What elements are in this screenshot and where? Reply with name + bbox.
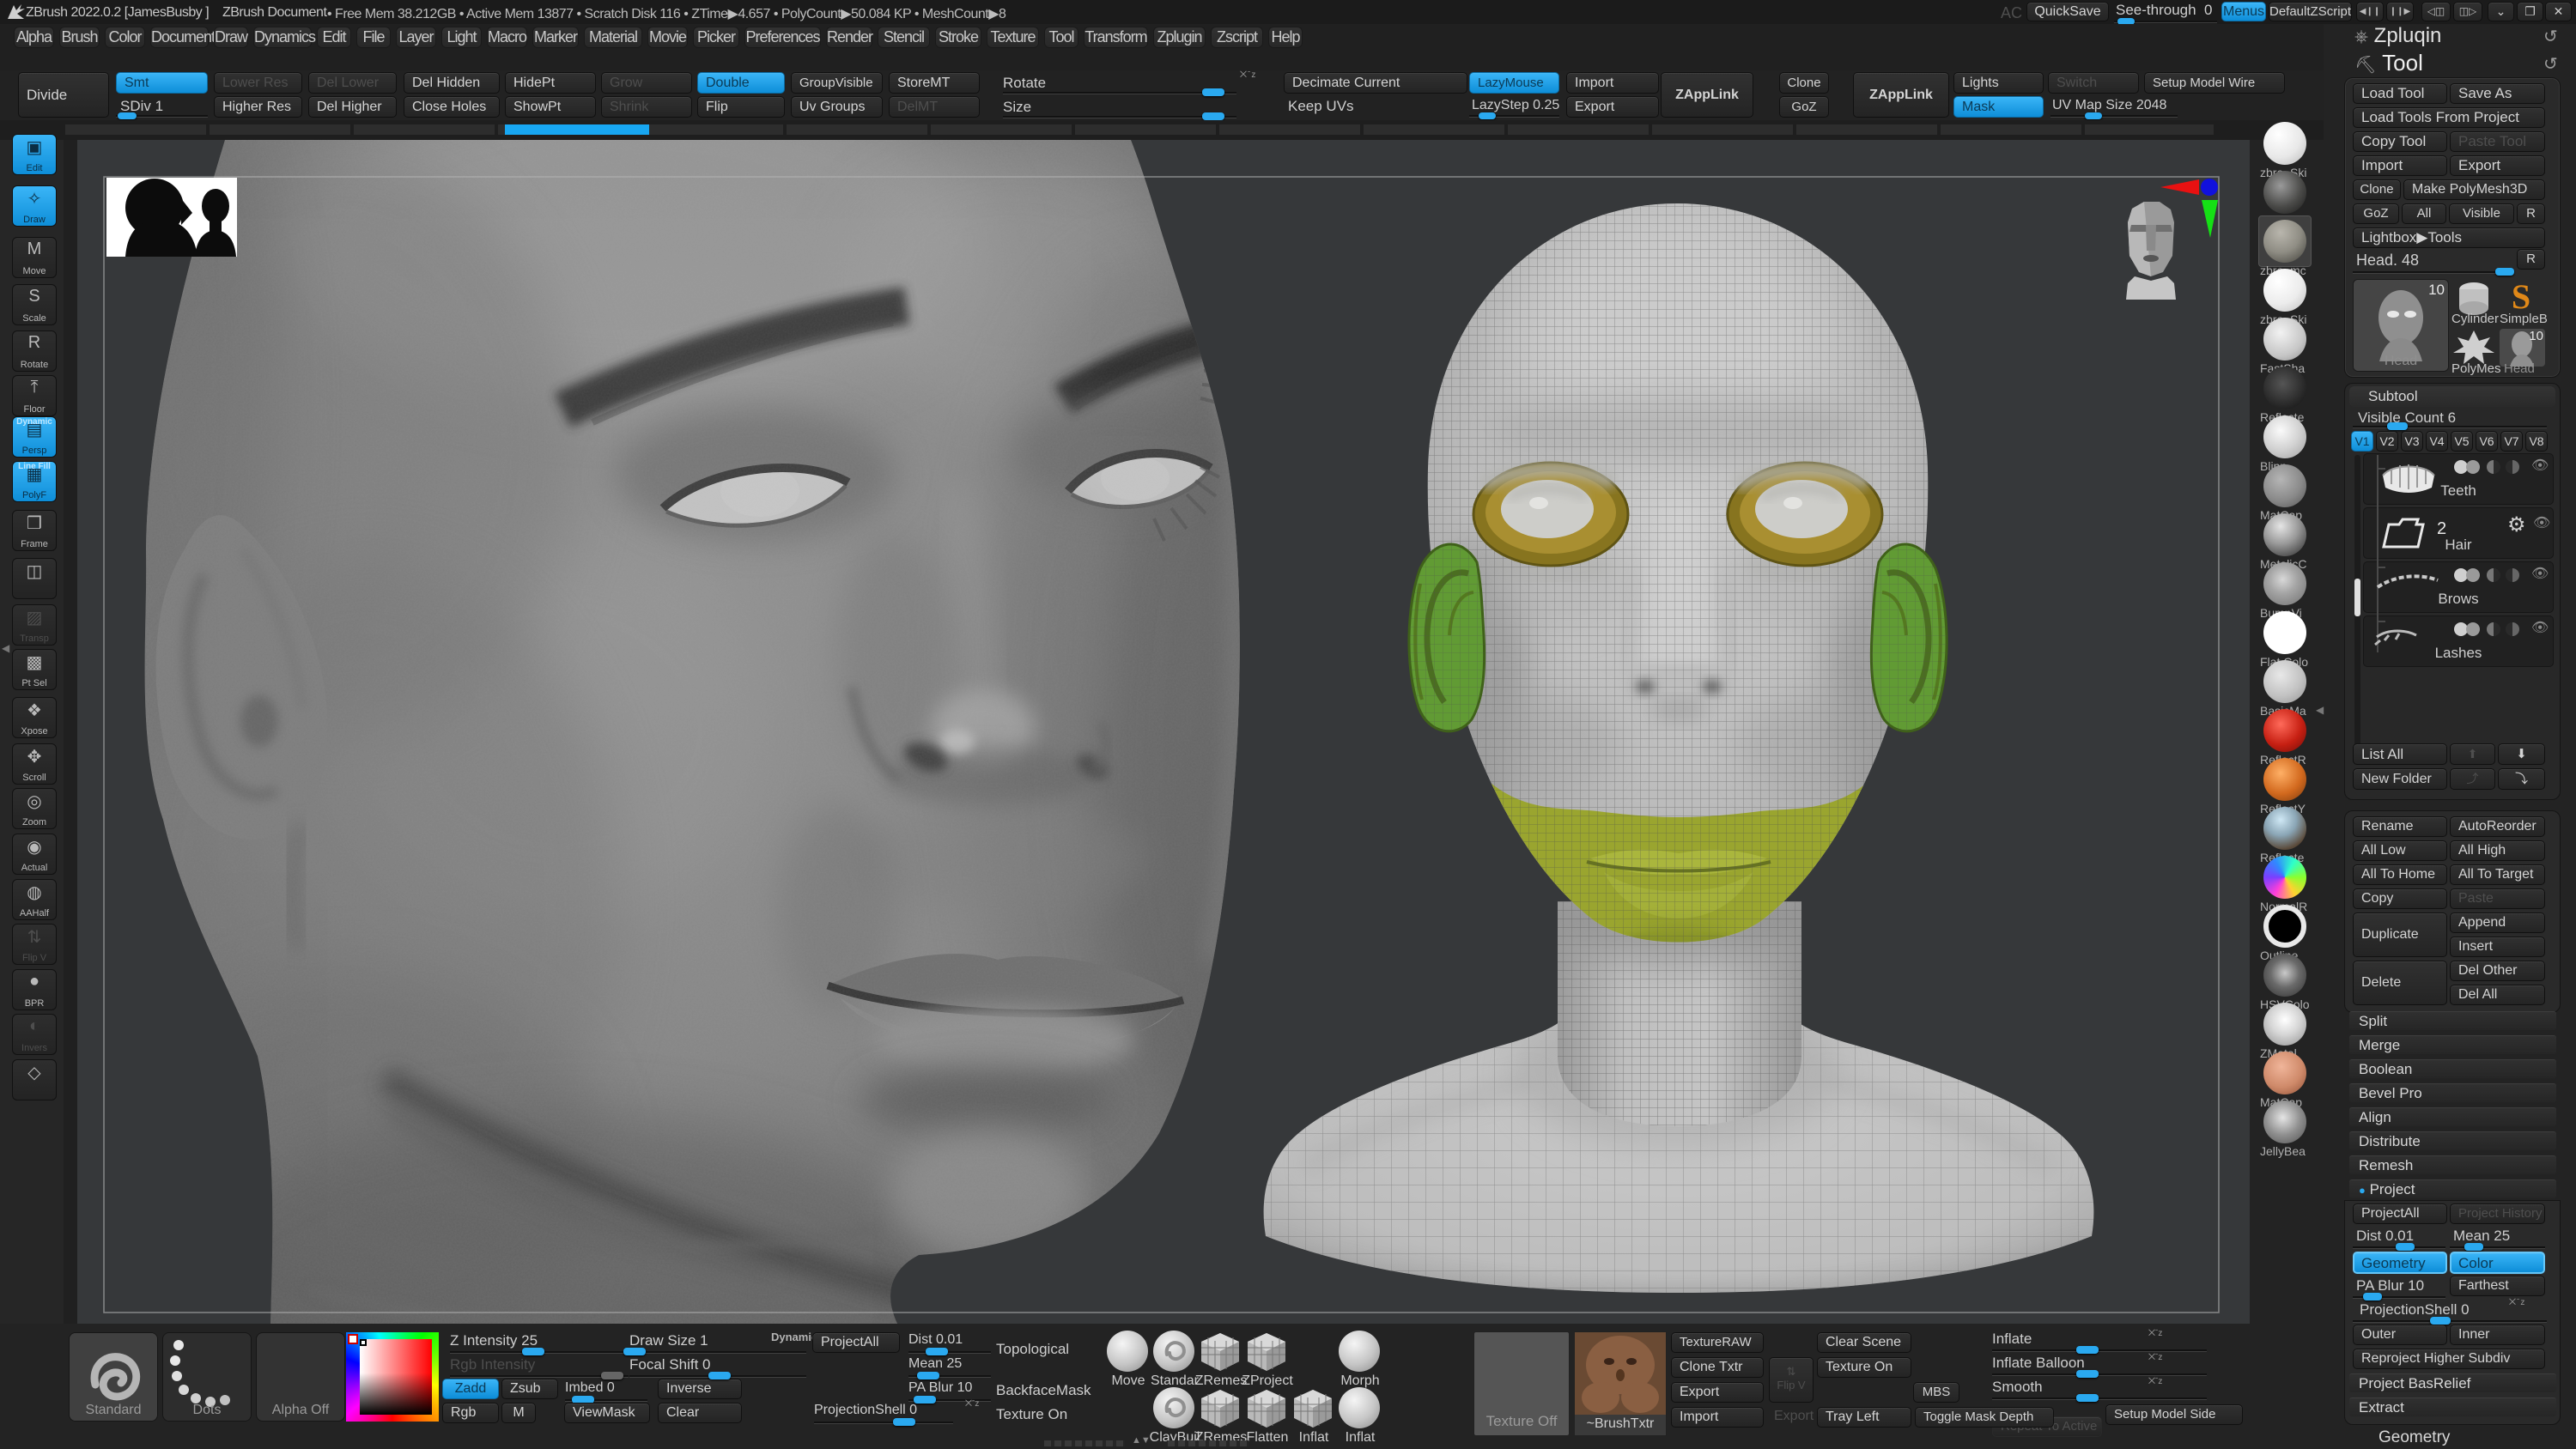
svg-text:S: S <box>2512 279 2530 315</box>
